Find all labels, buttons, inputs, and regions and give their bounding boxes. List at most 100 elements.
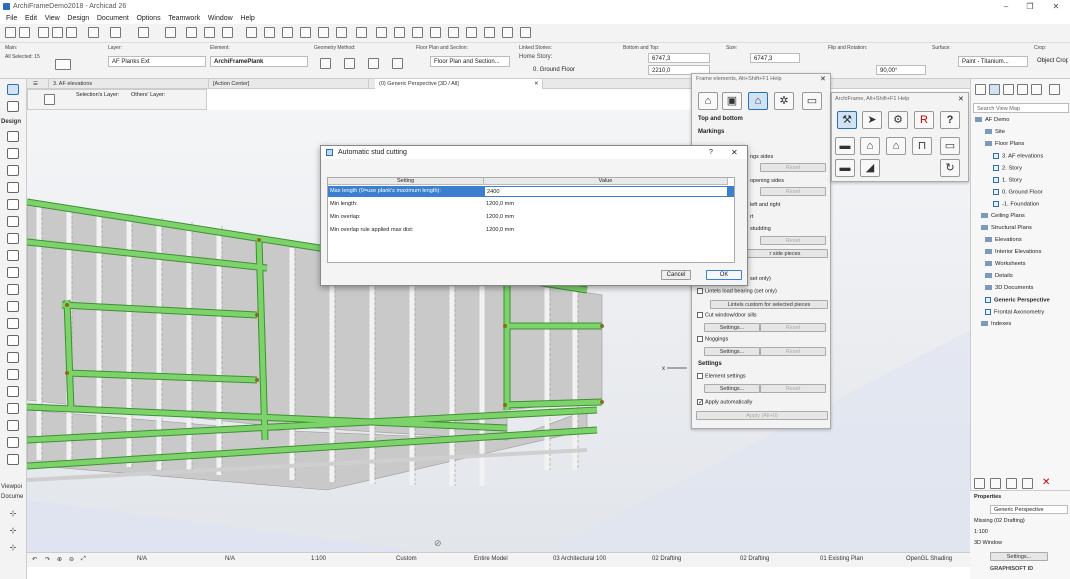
wall-tool-icon[interactable] xyxy=(7,131,19,142)
home-story-select[interactable]: 0. Ground Floor xyxy=(530,65,616,76)
window-tool-icon[interactable] xyxy=(7,301,19,312)
nav-item-site[interactable]: Site xyxy=(985,129,1005,135)
archiframe-close-icon[interactable]: ✕ xyxy=(958,95,964,103)
lock-icon[interactable] xyxy=(186,27,197,38)
marquee-tool-icon[interactable] xyxy=(7,101,19,112)
distribute-icon[interactable] xyxy=(264,27,275,38)
snap-icon[interactable] xyxy=(88,27,99,38)
menu-file[interactable]: File xyxy=(6,15,17,22)
zoom-in-icon[interactable]: ⊕ xyxy=(57,556,62,563)
mep-tool-icon[interactable] xyxy=(7,437,19,448)
grid-tool-icon[interactable] xyxy=(7,454,19,465)
dimension-tool-icon[interactable]: ⊹ xyxy=(7,509,19,520)
archiframe-r-icon[interactable]: R xyxy=(914,111,934,129)
reset-button-4[interactable]: Reset xyxy=(760,323,826,332)
nav-item-floor-plans[interactable]: Floor Plans xyxy=(985,141,1024,147)
archiframe-refresh-icon[interactable]: ↻ xyxy=(940,159,960,177)
status-existing-plan[interactable]: 01 Existing Plan xyxy=(820,556,863,562)
ok-button[interactable]: OK xyxy=(706,270,742,280)
menu-teamwork[interactable]: Teamwork xyxy=(168,15,200,22)
table-row[interactable]: Max length (0=use plank's maximum length… xyxy=(328,186,736,197)
shell-tool-icon[interactable] xyxy=(7,216,19,227)
value-cell[interactable]: 1200,0 mm xyxy=(484,212,728,223)
cut-window-sills-checkbox[interactable]: Cut window/door sills xyxy=(697,312,757,318)
eyedropper-icon[interactable] xyxy=(66,27,77,38)
lintels-custom-button[interactable]: Lintels custom for selected pieces xyxy=(710,300,828,309)
cancel-button[interactable]: Cancel xyxy=(661,270,691,280)
tab-close-icon[interactable]: ✕ xyxy=(530,79,542,89)
redo-view-icon[interactable]: ↷ xyxy=(45,556,50,563)
menu-help[interactable]: Help xyxy=(240,15,254,22)
side-pieces-button[interactable]: r side pieces xyxy=(742,249,828,258)
geometry-icon-1[interactable] xyxy=(320,58,331,69)
archiframe-element-icon[interactable]: ▭ xyxy=(940,137,960,155)
settings-button-2[interactable]: Settings... xyxy=(704,347,760,356)
reset-button-1[interactable]: Reset xyxy=(760,163,826,172)
archiframe-help-icon[interactable]: ? xyxy=(940,111,960,129)
settings-heading[interactable]: Settings xyxy=(698,361,722,367)
value-cell[interactable]: 1200,0 mm xyxy=(484,225,728,236)
undo-icon[interactable] xyxy=(5,27,16,38)
door-icon[interactable] xyxy=(520,27,531,38)
zoom-icon[interactable] xyxy=(376,27,387,38)
stretch-icon[interactable] xyxy=(412,27,423,38)
fit-icon[interactable]: ⤢ xyxy=(81,556,86,563)
nav-item-elevations[interactable]: Elevations xyxy=(985,237,1022,243)
redo-icon[interactable] xyxy=(19,27,30,38)
nav-item-ceiling-plans[interactable]: Ceiling Plans xyxy=(981,213,1025,219)
cut-plane-icon[interactable]: ⊘ xyxy=(434,538,442,549)
window-icon[interactable] xyxy=(502,27,513,38)
nav-item-ground-floor[interactable]: 0. Ground Floor xyxy=(993,189,1043,196)
nav-folder-icon[interactable] xyxy=(1022,478,1033,489)
archiframe-beam-icon[interactable]: ⊓ xyxy=(912,137,932,155)
status-entire-model[interactable]: Entire Model xyxy=(474,556,508,562)
nav-item-frontal-axonometry[interactable]: Frontal Axonometry xyxy=(985,309,1044,316)
close-icon[interactable]: ✕ xyxy=(1044,0,1068,13)
frame-stud-cut-icon[interactable]: ⌂ xyxy=(748,92,768,110)
menu-view[interactable]: View xyxy=(45,15,60,22)
frame-split-icon[interactable]: ✲ xyxy=(774,92,794,110)
column-tool-icon[interactable] xyxy=(7,148,19,159)
archiframe-house-icon[interactable]: ⌂ xyxy=(860,137,880,155)
layout-book-icon[interactable] xyxy=(1003,84,1014,95)
reset-button-6[interactable]: Reset xyxy=(760,384,826,393)
stair-tool-icon[interactable] xyxy=(7,233,19,244)
view-map-icon[interactable] xyxy=(989,84,1000,95)
properties-settings-button[interactable]: Settings... xyxy=(990,552,1048,561)
morph-tool-icon[interactable] xyxy=(7,369,19,380)
nav-settings-icon[interactable] xyxy=(974,478,985,489)
floor-plan-section-button[interactable]: Floor Plan and Section... xyxy=(430,56,510,67)
roof-tool-icon[interactable] xyxy=(7,199,19,210)
status-drafting-2[interactable]: 02 Drafting xyxy=(740,556,769,562)
fillet-icon[interactable] xyxy=(466,27,477,38)
menu-design[interactable]: Design xyxy=(67,15,89,22)
table-row[interactable]: Min length: 1200,0 mm xyxy=(328,199,736,210)
value-scroll-thumb[interactable] xyxy=(728,186,734,197)
frame-opening-icon[interactable]: ▣ xyxy=(722,92,742,110)
dialog-help-icon[interactable]: ? xyxy=(709,146,713,159)
split-icon[interactable] xyxy=(318,27,329,38)
group-icon[interactable] xyxy=(222,27,233,38)
status-pen-set[interactable]: 03 Architectural 100 xyxy=(553,556,606,562)
element-settings-checkbox[interactable]: Element settings xyxy=(697,373,746,379)
navigator-options-icon[interactable] xyxy=(1049,84,1060,95)
minimize-icon[interactable]: – xyxy=(994,0,1018,13)
roof-icon[interactable] xyxy=(484,27,495,38)
archiframe-layer-icon[interactable]: ▬ xyxy=(835,159,855,177)
reset-button-2[interactable]: Reset xyxy=(760,187,826,196)
view-name-field[interactable]: Generic Perspective xyxy=(990,505,1068,514)
archiframe-plank-icon[interactable]: ▬ xyxy=(835,137,855,155)
opening-tool-icon[interactable] xyxy=(7,420,19,431)
lintels-load-bearing-checkbox[interactable]: Lintels load bearing (set only) xyxy=(697,288,777,294)
zoom-out-icon[interactable]: ⊖ xyxy=(69,556,74,563)
crop-select[interactable]: Object Crop xyxy=(1034,56,1068,67)
grid-icon[interactable] xyxy=(165,27,176,38)
status-shading[interactable]: OpenGL Shading xyxy=(906,556,952,562)
railing-tool-icon[interactable] xyxy=(7,250,19,261)
archiframe-roof-icon[interactable]: ⌂ xyxy=(886,137,906,155)
archiframe-select-icon[interactable]: ➤ xyxy=(862,111,882,129)
menu-document[interactable]: Document xyxy=(97,15,129,22)
tab-generic-perspective[interactable]: (0) Generic Perspective [3D / All] xyxy=(375,79,543,89)
frame-wall-icon[interactable]: ⌂ xyxy=(698,92,718,110)
adjust-icon[interactable] xyxy=(448,27,459,38)
